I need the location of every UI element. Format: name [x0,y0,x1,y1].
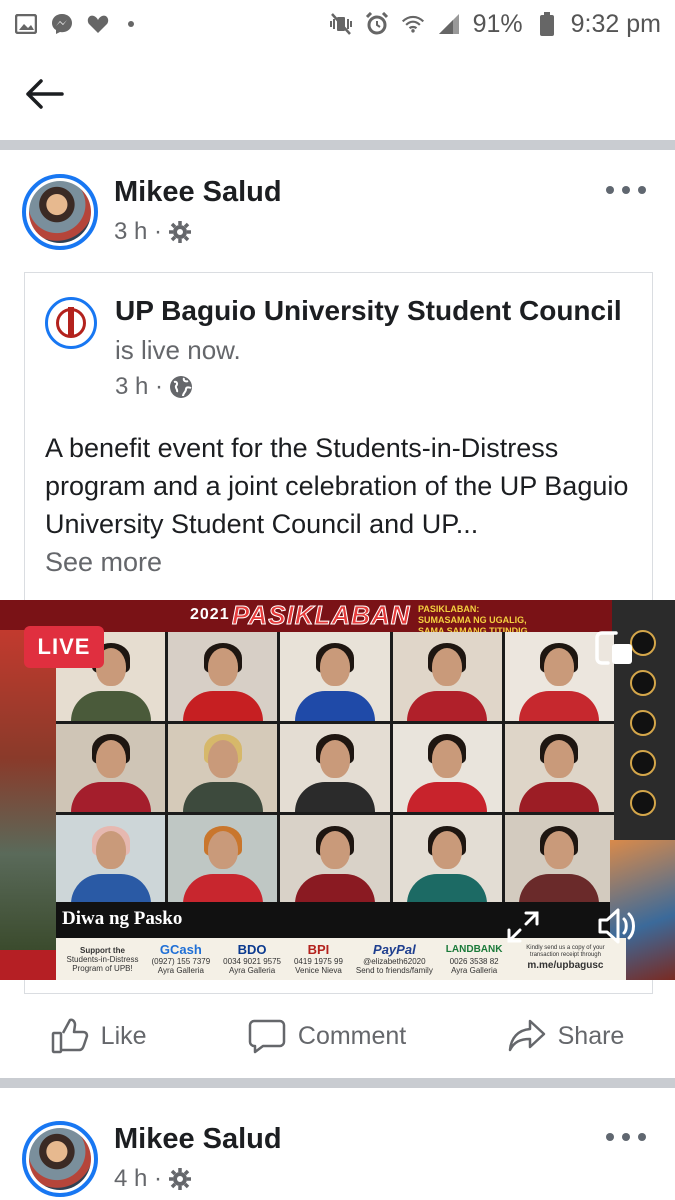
image-icon [14,12,38,36]
vibrate-mute-icon [329,12,353,36]
participant-tile [280,815,390,904]
video-caption: Diwa ng Pasko [62,908,183,929]
clock: 9:32 pm [570,9,661,38]
back-arrow-icon [26,79,64,109]
alarm-icon [365,12,389,36]
live-badge: LIVE [24,626,104,668]
participant-tile [168,723,278,813]
volume-button[interactable] [596,906,640,946]
page-avatar[interactable] [45,297,97,349]
like-label: Like [100,1021,147,1050]
participant-tile [280,632,390,721]
event-title: PASIKLABAN [232,600,411,631]
event-artwork-left [0,630,60,950]
notification-dot-icon [128,21,134,27]
sponsor-logo [630,670,656,696]
expand-icon [507,911,539,943]
sponsor-logo [630,790,656,816]
donation-paypal: PayPal @elizabeth62020 Send to friends/fam… [355,942,433,976]
comment-label: Comment [297,1021,407,1050]
fullscreen-button[interactable] [506,910,540,944]
event-year: 2021 [190,606,230,623]
post-time[interactable]: 3 h · [114,218,162,246]
live-status-text: is live now. [115,335,241,365]
post-meta: 4 h · [114,1165,192,1193]
picture-in-picture-icon [595,631,632,665]
participant-tile [392,723,502,813]
donation-bpi: BPI 0419 1975 99 Venice Nieva [293,942,343,976]
post-actions: Like Comment Share [0,996,675,1076]
wifi-icon [401,12,425,36]
status-right: 91% 9:32 pm [329,10,661,39]
sponsor-logo [630,750,656,776]
participant-tile [56,815,166,904]
more-options-button[interactable] [606,1125,646,1149]
post-meta: 3 h · [114,218,192,246]
feed-divider [0,1078,675,1088]
participant-tile [392,632,502,721]
author-name[interactable]: Mikee Salud [114,1123,282,1156]
donation-gcash: GCash (0927) 155 7379 Ayra Galleria [151,942,211,976]
donation-receipt-note: Kindly send us a copy of your transactio… [526,945,605,971]
shared-post-time[interactable]: 3 h · [115,373,163,401]
status-bar: 91% 9:32 pm [0,0,675,48]
app-bar [0,48,675,140]
participant-grid [56,632,614,904]
avatar[interactable] [22,1121,98,1197]
live-video[interactable]: 2021 PASIKLABAN PASIKLABAN: SUMASAMA NG … [0,600,675,980]
signal-icon [437,12,461,36]
sponsor-logo [630,710,656,736]
share-button[interactable]: Share [508,1017,625,1055]
comment-icon [248,1019,286,1054]
participant-tile [168,632,278,721]
share-icon [508,1019,545,1052]
participant-tile [392,815,502,904]
participant-tile [56,723,166,813]
participant-tile [504,723,614,813]
status-left [14,12,134,36]
donation-strip: Support the Students-in-Distress Program o… [56,938,626,980]
donation-info: Support the Students-in-Distress Program o… [66,945,139,973]
speaker-icon [598,908,635,944]
messenger-icon [50,12,74,36]
heart-icon [86,12,110,36]
battery-icon [535,12,559,36]
post-time[interactable]: 4 h · [114,1165,162,1193]
participant-tile [280,723,390,813]
shared-post-meta: 3 h · [115,373,193,401]
author-name[interactable]: Mikee Salud [114,176,282,209]
donation-bdo: BDO 0034 9021 9575 Ayra Galleria [223,942,282,976]
donation-landbank: LANDBANK 0026 3538 82 Ayra Galleria [445,944,503,975]
share-label: Share [557,1021,625,1050]
gear-icon [169,1168,192,1190]
page-name[interactable]: UP Baguio University Student Council [115,295,622,327]
gear-icon [169,221,192,243]
see-more-link[interactable]: See more [45,547,162,578]
participant-tile [168,815,278,904]
post-text: A benefit event for the Students-in-Dist… [45,433,629,539]
like-button[interactable]: Like [51,1017,147,1055]
participant-tile [504,815,614,904]
picture-in-picture-button[interactable] [594,630,634,666]
battery-level: 91% [472,9,523,38]
avatar[interactable] [22,174,98,250]
back-button[interactable] [22,72,66,116]
globe-icon [170,376,193,398]
comment-button[interactable]: Comment [248,1017,406,1055]
like-icon [51,1018,88,1054]
more-options-button[interactable] [606,178,646,202]
feed-divider [0,140,675,150]
